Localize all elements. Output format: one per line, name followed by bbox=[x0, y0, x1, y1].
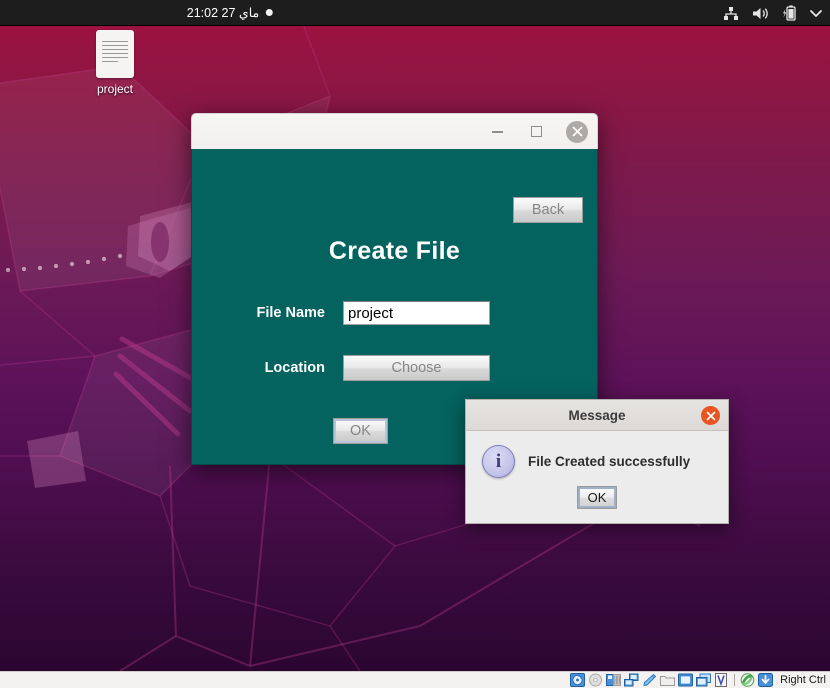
ok-button[interactable]: OK bbox=[577, 486, 617, 509]
panel-clock[interactable]: ماي 27 21:02 bbox=[186, 5, 274, 20]
file-name-input[interactable] bbox=[343, 301, 490, 325]
shared-folders-icon[interactable] bbox=[660, 673, 676, 687]
file-name-label: File Name bbox=[256, 305, 326, 321]
usb-icon[interactable] bbox=[642, 673, 657, 687]
message-content: i File Created successfully bbox=[466, 431, 728, 478]
chevron-down-icon[interactable] bbox=[810, 9, 822, 17]
info-icon: i bbox=[482, 445, 515, 478]
virtualbox-logo-icon[interactable] bbox=[714, 673, 729, 687]
back-button[interactable]: Back bbox=[513, 197, 583, 223]
message-dialog: Message i File Created successfully OK bbox=[465, 399, 729, 524]
location-label: Location bbox=[264, 360, 325, 376]
volume-icon[interactable] bbox=[752, 6, 769, 21]
message-text: File Created successfully bbox=[528, 454, 691, 469]
system-tray bbox=[723, 0, 822, 26]
ok-button[interactable]: OK bbox=[333, 418, 388, 444]
message-titlebar[interactable]: Message bbox=[466, 400, 728, 431]
video-capture-icon[interactable] bbox=[696, 673, 712, 687]
file-name-row: File Name bbox=[192, 301, 597, 325]
floppy-disk-icon[interactable] bbox=[606, 673, 622, 687]
document-file-icon bbox=[96, 30, 134, 78]
top-panel: ماي 27 21:02 bbox=[0, 0, 830, 26]
page-title: Create File bbox=[328, 237, 461, 265]
hard-disk-icon[interactable] bbox=[570, 673, 586, 687]
message-dialog-title: Message bbox=[568, 407, 626, 423]
document-lines bbox=[102, 41, 128, 65]
record-indicator-icon bbox=[266, 9, 274, 16]
network-adapter-icon[interactable] bbox=[624, 673, 639, 687]
desktop-icon-label: project bbox=[96, 82, 134, 96]
location-row: Location Choose bbox=[192, 355, 597, 381]
desktop-icon-project[interactable]: project bbox=[82, 30, 148, 96]
virtualbox-statusbar: Right Ctrl bbox=[0, 671, 830, 688]
host-key-icon[interactable] bbox=[758, 673, 774, 687]
maximize-button[interactable] bbox=[527, 123, 545, 141]
mouse-integration-icon[interactable] bbox=[740, 673, 755, 687]
clock-label: ماي 27 21:02 bbox=[186, 6, 260, 20]
statusbar-divider bbox=[734, 674, 736, 686]
close-icon[interactable] bbox=[701, 406, 720, 425]
optical-disk-icon[interactable] bbox=[588, 673, 603, 687]
close-icon[interactable] bbox=[566, 120, 588, 143]
display-icon[interactable] bbox=[678, 673, 694, 687]
minimize-button[interactable] bbox=[488, 123, 506, 141]
battery-charging-icon[interactable] bbox=[782, 5, 797, 21]
network-icon[interactable] bbox=[723, 6, 739, 21]
host-key-label: Right Ctrl bbox=[780, 674, 826, 686]
choose-button[interactable]: Choose bbox=[343, 355, 490, 381]
window-titlebar[interactable] bbox=[191, 113, 598, 149]
